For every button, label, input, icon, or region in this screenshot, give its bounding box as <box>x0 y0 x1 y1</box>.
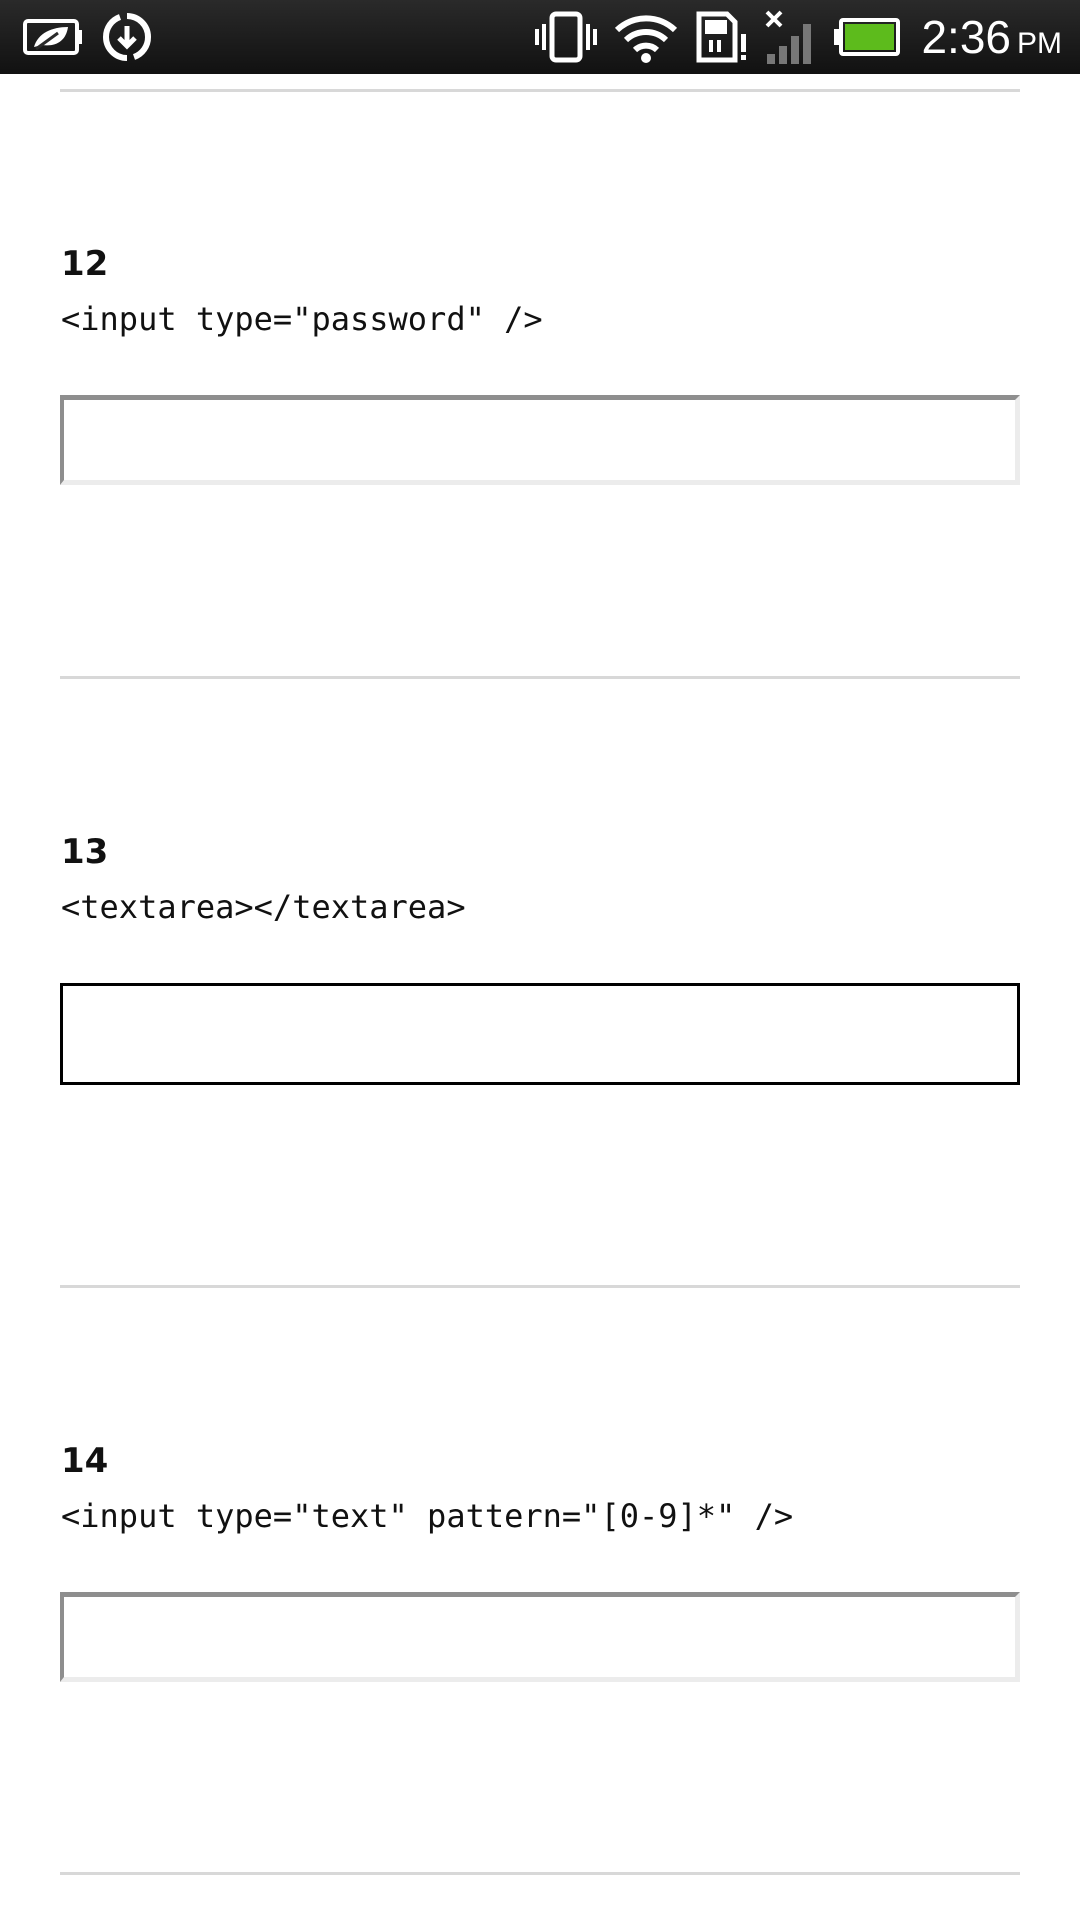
item-code: <textarea></textarea> <box>61 888 466 926</box>
status-bar-right: 2:36 PM <box>533 8 1062 66</box>
item-number: 13 <box>61 832 109 872</box>
sync-icon <box>102 13 152 61</box>
power-saver-icon <box>23 19 82 55</box>
item-number: 14 <box>61 1441 109 1481</box>
wifi-icon <box>615 15 678 63</box>
no-signal-icon <box>766 10 812 64</box>
item-code: <input type="password" /> <box>61 300 543 338</box>
divider <box>60 89 1020 92</box>
item-number: 12 <box>61 244 109 284</box>
clock: 2:36 PM <box>921 10 1062 64</box>
divider <box>60 1285 1020 1288</box>
divider <box>60 676 1020 679</box>
item-code: <input type="text" pattern="[0-9]*" /> <box>61 1497 794 1535</box>
status-bar-left <box>22 10 154 64</box>
status-bar: 2:36 PM <box>0 0 1080 74</box>
divider <box>60 1872 1020 1875</box>
vibrate-icon <box>535 11 598 63</box>
password-input[interactable] <box>60 395 1020 485</box>
pattern-text-input[interactable] <box>60 1592 1020 1682</box>
clock-time: 2:36 <box>921 11 1011 63</box>
sd-card-warning-icon <box>696 11 747 63</box>
textarea-field[interactable] <box>60 983 1020 1085</box>
battery-icon <box>834 18 901 56</box>
clock-ampm: PM <box>1017 27 1062 60</box>
